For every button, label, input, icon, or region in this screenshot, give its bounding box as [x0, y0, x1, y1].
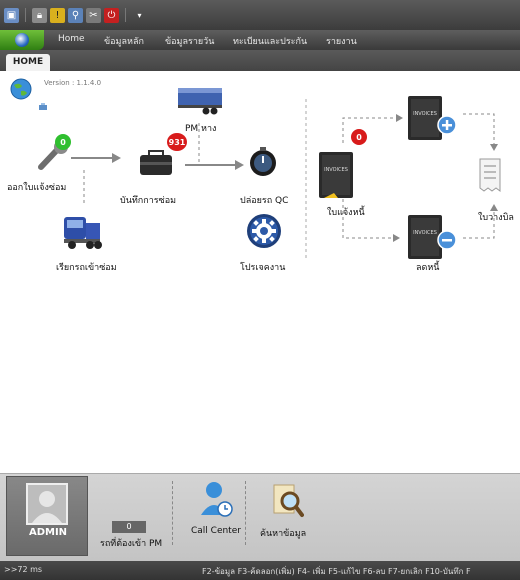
app-menu-button[interactable]	[0, 30, 44, 50]
receipt-label[interactable]: ใบวางบิล	[478, 210, 514, 224]
trailer-icon[interactable]	[176, 86, 226, 120]
app-window: ▣ 🔒︎ ! ⚲ ✂ ⏻ ▾ Home ข้อมูลหลัก ข้อมูลราย…	[0, 0, 520, 580]
user-name: ADMIN	[28, 527, 68, 538]
separator	[245, 481, 246, 545]
pm-count-label[interactable]: รถที่ต้องเข้า PM	[100, 536, 162, 550]
repair-record-badge: 931	[167, 133, 187, 151]
menu-registration-insurance[interactable]: ทะเบียนและประกัน	[233, 34, 307, 48]
open-repair-badge: 0	[55, 134, 71, 150]
gear-icon[interactable]	[246, 213, 282, 253]
toolbar-separator	[125, 8, 126, 22]
app-logo-icon	[15, 33, 29, 47]
release-qc-label[interactable]: ปล่อยรถ QC	[240, 193, 288, 207]
call-vehicle-label[interactable]: เรียกรถเข้าซ่อม	[56, 260, 117, 274]
user-panel[interactable]: ADMIN	[6, 476, 88, 556]
separator	[172, 481, 173, 545]
pm-trailer-label[interactable]: PM หาง	[185, 121, 216, 135]
receipt-icon[interactable]	[476, 155, 506, 199]
info-icon[interactable]: !	[50, 7, 65, 23]
call-center-label[interactable]: Call Center	[191, 526, 241, 536]
toolbar-separator	[25, 8, 26, 22]
debit-note-badge: 0	[351, 129, 367, 145]
invoice-add-icon[interactable]: INVOICES	[405, 93, 461, 147]
search-data-label[interactable]: ค้นหาข้อมูล	[260, 526, 306, 540]
invoice-minus-icon[interactable]: INVOICES	[405, 212, 461, 266]
menu-home[interactable]: Home	[58, 34, 85, 44]
chevron-down-icon[interactable]: ▾	[132, 8, 147, 23]
svg-text:INVOICES: INVOICES	[324, 167, 348, 173]
quick-access-toolbar: ▣ 🔒︎ ! ⚲ ✂ ⏻ ▾	[0, 0, 520, 30]
open-repair-label[interactable]: ออกใบแจ้งซ่อม	[7, 180, 66, 194]
computer-icon[interactable]: ▣	[4, 7, 19, 23]
svg-text:INVOICES: INVOICES	[413, 111, 437, 117]
avatar-icon	[26, 483, 68, 525]
tab-strip	[0, 50, 520, 71]
status-shortcuts: F2-ข้อมูล F3-ค้ดลอก(เพิ่ม) F4- เพิ่ม F5-…	[202, 567, 471, 576]
truck-icon[interactable]	[60, 211, 104, 255]
credit-note-label[interactable]: ลดหนี้	[416, 260, 439, 274]
menu-master-data[interactable]: ข้อมูลหลัก	[104, 34, 144, 48]
toolbox-icon[interactable]	[137, 147, 175, 183]
stopwatch-icon[interactable]	[247, 146, 279, 182]
svg-text:INVOICES: INVOICES	[413, 230, 437, 236]
search-data-icon[interactable]	[270, 481, 304, 523]
status-timing: >>72 ms	[4, 565, 43, 574]
search-icon[interactable]: ⚲	[68, 7, 83, 23]
menu-reports[interactable]: รายงาน	[326, 34, 357, 48]
call-center-icon[interactable]	[198, 479, 234, 523]
debit-note-label[interactable]: ใบแจ้งหนี้	[327, 205, 365, 219]
tools-icon[interactable]: ✂	[86, 7, 101, 23]
tab-home[interactable]: HOME	[6, 54, 50, 71]
pm-count-value: 0	[112, 521, 146, 533]
invoice-book-icon[interactable]: INVOICES	[316, 149, 356, 205]
lock-icon[interactable]: 🔒︎	[32, 7, 47, 23]
job-process-label[interactable]: โปรเจคงาน	[240, 260, 285, 274]
menu-daily-data[interactable]: ข้อมูลรายวัน	[165, 34, 214, 48]
repair-record-label[interactable]: บันทึกการซ่อม	[120, 193, 176, 207]
power-icon[interactable]: ⏻	[104, 7, 119, 23]
